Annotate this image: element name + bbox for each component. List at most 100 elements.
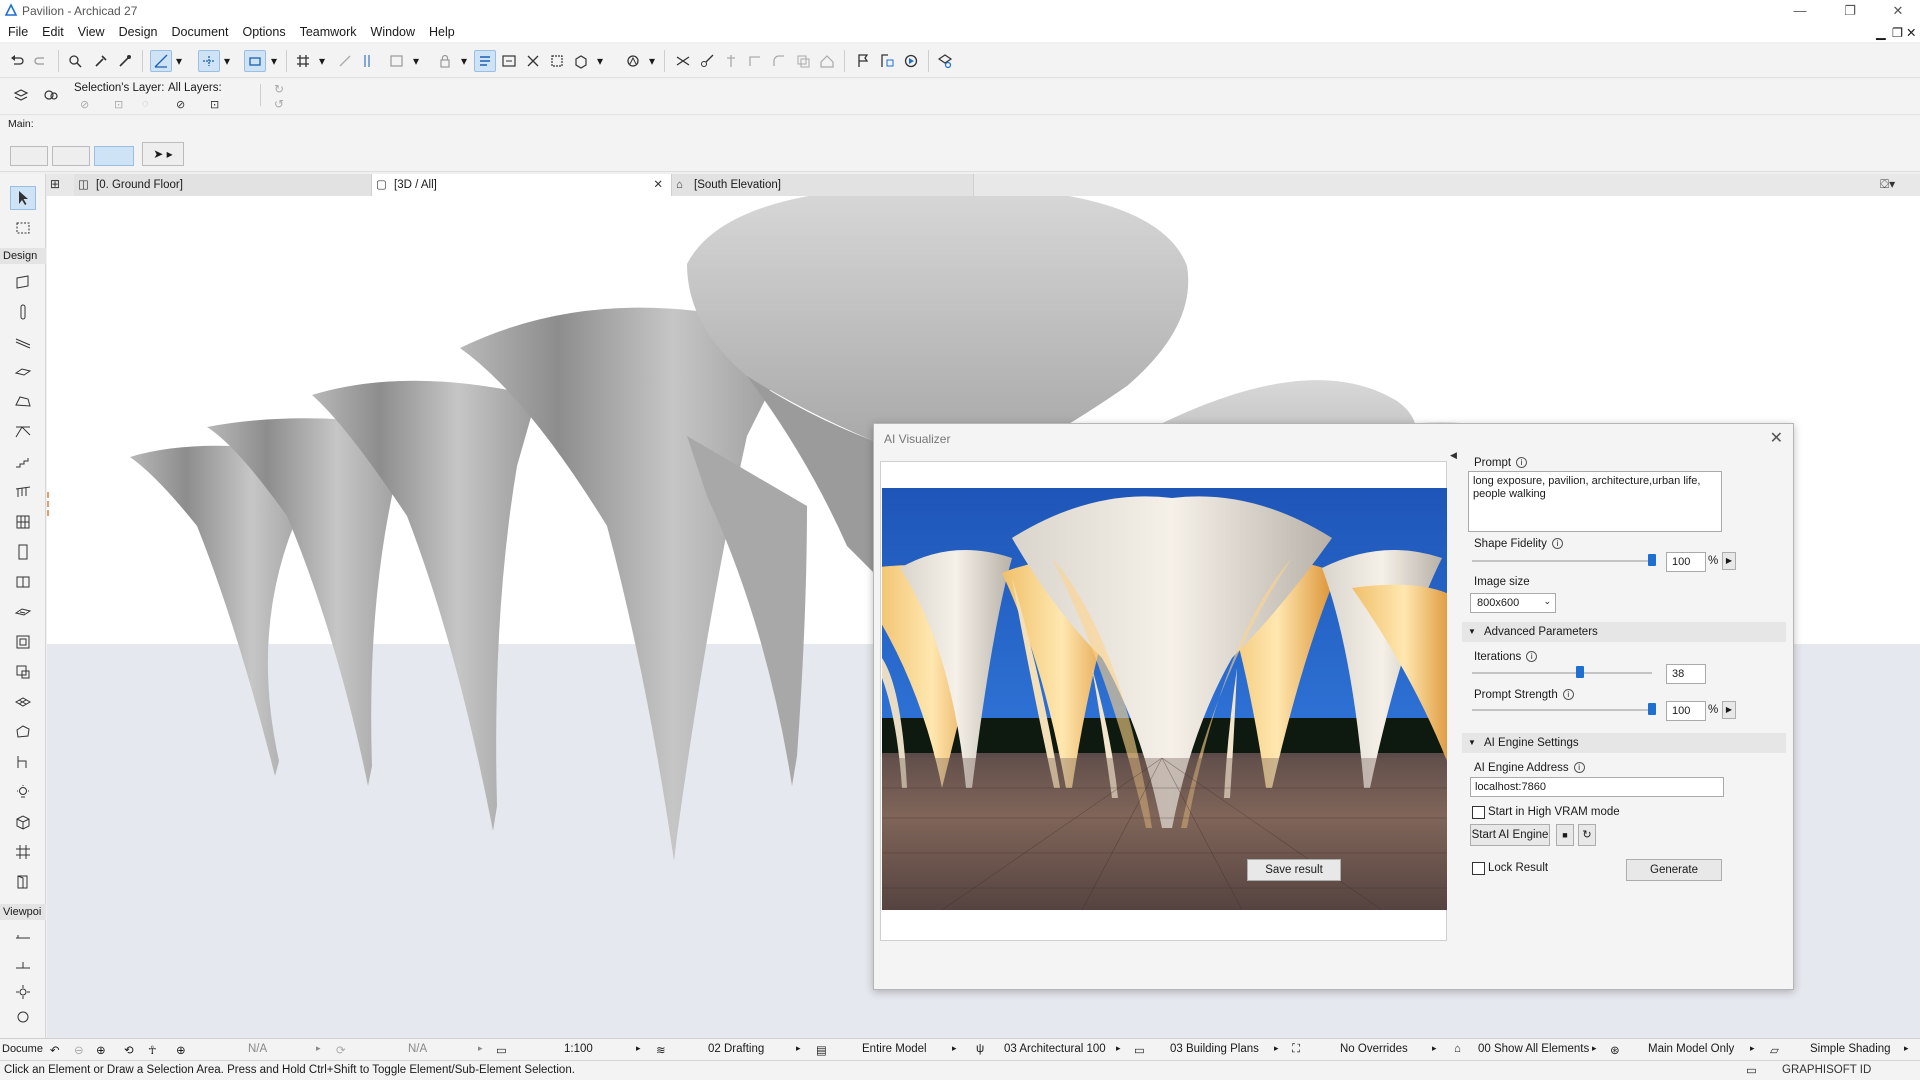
show-all-layers-icon[interactable]: ⊘ — [176, 98, 185, 111]
layer-settings-icon[interactable] — [10, 84, 32, 106]
shading-value[interactable]: Simple Shading — [1810, 1043, 1891, 1055]
doc-minimize-button[interactable]: ▁ — [1876, 22, 1886, 40]
notification-icon[interactable]: ▭ — [1746, 1063, 1757, 1077]
tab-ground-floor[interactable]: ◫ [0. Ground Floor] — [74, 174, 372, 196]
beam-tool-icon[interactable] — [10, 330, 36, 354]
prompt-strength-thumb[interactable] — [1648, 703, 1656, 715]
inject-parameters-icon[interactable] — [114, 50, 136, 72]
shape-fidelity-step-icon[interactable]: ▶ — [1722, 552, 1736, 570]
solid-ops-icon[interactable] — [792, 50, 814, 72]
window-tool-icon[interactable] — [10, 570, 36, 594]
engine-address-info-icon[interactable]: i — [1573, 762, 1585, 773]
prompt-textarea[interactable]: long exposure, pavilion, architecture,ur… — [1468, 471, 1722, 532]
structure-dropdown-icon[interactable]: ▸ — [1750, 1043, 1755, 1054]
flag-icon[interactable] — [852, 50, 874, 72]
generate-button[interactable]: Generate — [1626, 859, 1722, 881]
roof-icon[interactable] — [816, 50, 838, 72]
morph-tool-icon[interactable] — [10, 720, 36, 744]
walk-icon[interactable]: ☥ — [148, 1043, 157, 1057]
image-size-select[interactable]: 800x600 ⌄ — [1470, 593, 1556, 613]
grid-snap-icon[interactable] — [292, 50, 314, 72]
menu-teamwork[interactable]: Teamwork — [300, 22, 357, 39]
close-window-button[interactable]: ✕ — [1886, 2, 1910, 20]
prompt-strength-info-icon[interactable]: i — [1562, 689, 1574, 700]
minimize-button[interactable]: — — [1788, 2, 1812, 20]
arrow-tool-mode-icon[interactable]: ➤ ▸ — [142, 142, 184, 166]
layer-combination-value[interactable]: 02 Drafting — [708, 1043, 764, 1055]
start-ai-engine-button[interactable]: Start AI Engine — [1470, 824, 1550, 846]
slab-tool-icon[interactable] — [10, 360, 36, 384]
column-tool-icon[interactable] — [10, 300, 36, 324]
mesh-tool-icon[interactable] — [10, 690, 36, 714]
dialog-close-icon[interactable]: ✕ — [1770, 428, 1783, 448]
find-select-icon[interactable] — [64, 50, 86, 72]
bimx-icon[interactable] — [900, 50, 922, 72]
guide-lines-icon[interactable] — [150, 50, 172, 72]
shape-fidelity-thumb[interactable] — [1648, 554, 1656, 566]
rotate-view-icon[interactable]: ⟳ — [336, 1043, 346, 1057]
worksheet-tool-icon[interactable] — [10, 1006, 36, 1024]
zoom-dropdown-icon[interactable]: ▸ — [316, 1043, 321, 1054]
shading-dropdown-icon[interactable]: ▸ — [1904, 1043, 1909, 1054]
intersect-icon[interactable] — [744, 50, 766, 72]
high-vram-checkbox[interactable] — [1472, 806, 1485, 819]
issue-icon[interactable] — [876, 50, 898, 72]
equipment-tool-icon[interactable] — [10, 810, 36, 834]
prompt-strength-slider[interactable] — [1472, 709, 1652, 711]
curtain-wall-tool-icon[interactable] — [10, 510, 36, 534]
object-tool-icon[interactable] — [10, 660, 36, 684]
sun-dropdown-icon[interactable]: ▾ — [646, 50, 658, 72]
sun-icon[interactable] — [622, 50, 644, 72]
menu-view[interactable]: View — [78, 22, 105, 39]
selection-method-icon[interactable] — [52, 146, 90, 166]
maximize-button[interactable]: ❐ — [1838, 2, 1862, 20]
iterations-thumb[interactable] — [1576, 666, 1584, 678]
rotation-dropdown-icon[interactable]: ▸ — [478, 1043, 483, 1054]
layer-undo-icon[interactable]: ↻ — [274, 82, 284, 96]
opening-tool-icon[interactable] — [10, 630, 36, 654]
adjust-icon[interactable] — [720, 50, 742, 72]
snap-guides-icon[interactable] — [198, 50, 220, 72]
3d-dropdown-icon[interactable]: ▾ — [594, 50, 606, 72]
viewpoint-section-header[interactable]: Viewpoi — [0, 904, 46, 920]
scale-value[interactable]: 1:100 — [564, 1043, 593, 1055]
ai-visualizer-icon[interactable] — [934, 50, 956, 72]
graphisoft-id-link[interactable]: GRAPHISOFT ID — [1782, 1064, 1871, 1076]
renovation-dropdown-icon[interactable]: ▸ — [1592, 1043, 1597, 1054]
design-section-header[interactable]: Design — [0, 248, 46, 264]
fillet-icon[interactable] — [768, 50, 790, 72]
pen-set-value[interactable]: 03 Architectural 100 — [1004, 1043, 1106, 1055]
trace-reference-icon[interactable] — [474, 50, 496, 72]
iterations-info-icon[interactable]: i — [1526, 651, 1538, 662]
engine-address-input[interactable]: localhost:7860 — [1470, 777, 1724, 797]
prompt-info-icon[interactable]: i — [1516, 457, 1528, 468]
undo-icon[interactable] — [6, 50, 28, 72]
document-section-header[interactable]: Docume — [2, 1043, 43, 1055]
menu-window[interactable]: Window — [371, 22, 415, 39]
menu-design[interactable]: Design — [119, 22, 158, 39]
menu-options[interactable]: Options — [242, 22, 285, 39]
layer-combination-icon[interactable] — [40, 84, 62, 106]
shape-fidelity-slider[interactable] — [1472, 560, 1652, 562]
rotation-value[interactable]: N/A — [408, 1043, 427, 1055]
quick-selection-icon[interactable] — [94, 146, 134, 166]
zoom-next-icon[interactable]: ⊖ — [74, 1043, 84, 1057]
save-result-button[interactable]: Save result — [1247, 859, 1341, 881]
tab-overview-icon[interactable]: ⊞ — [50, 177, 60, 191]
mvo-dropdown-icon[interactable]: ▸ — [1274, 1043, 1279, 1054]
lock-result-checkbox[interactable] — [1472, 862, 1485, 875]
collapse-panel-icon[interactable]: ◀ — [1450, 450, 1457, 461]
mvo-value[interactable]: 03 Building Plans — [1170, 1043, 1259, 1055]
suspend-groups-icon[interactable] — [334, 50, 356, 72]
dimension-icon[interactable] — [498, 50, 520, 72]
zoom-icon[interactable]: ⊕ — [176, 1043, 186, 1057]
wireframe-layer-icon[interactable]: ◌ — [142, 98, 149, 110]
pen-set-dropdown-icon[interactable]: ▸ — [1116, 1043, 1121, 1054]
wall-ref-icon[interactable] — [358, 50, 380, 72]
arrow-tool-icon[interactable] — [10, 186, 36, 210]
snap-points-icon[interactable] — [244, 50, 266, 72]
hide-layer-icon[interactable]: ⊘ — [80, 98, 89, 111]
iterations-slider[interactable] — [1472, 672, 1652, 674]
3d-window-icon[interactable] — [570, 50, 592, 72]
menu-help[interactable]: Help — [429, 22, 455, 39]
